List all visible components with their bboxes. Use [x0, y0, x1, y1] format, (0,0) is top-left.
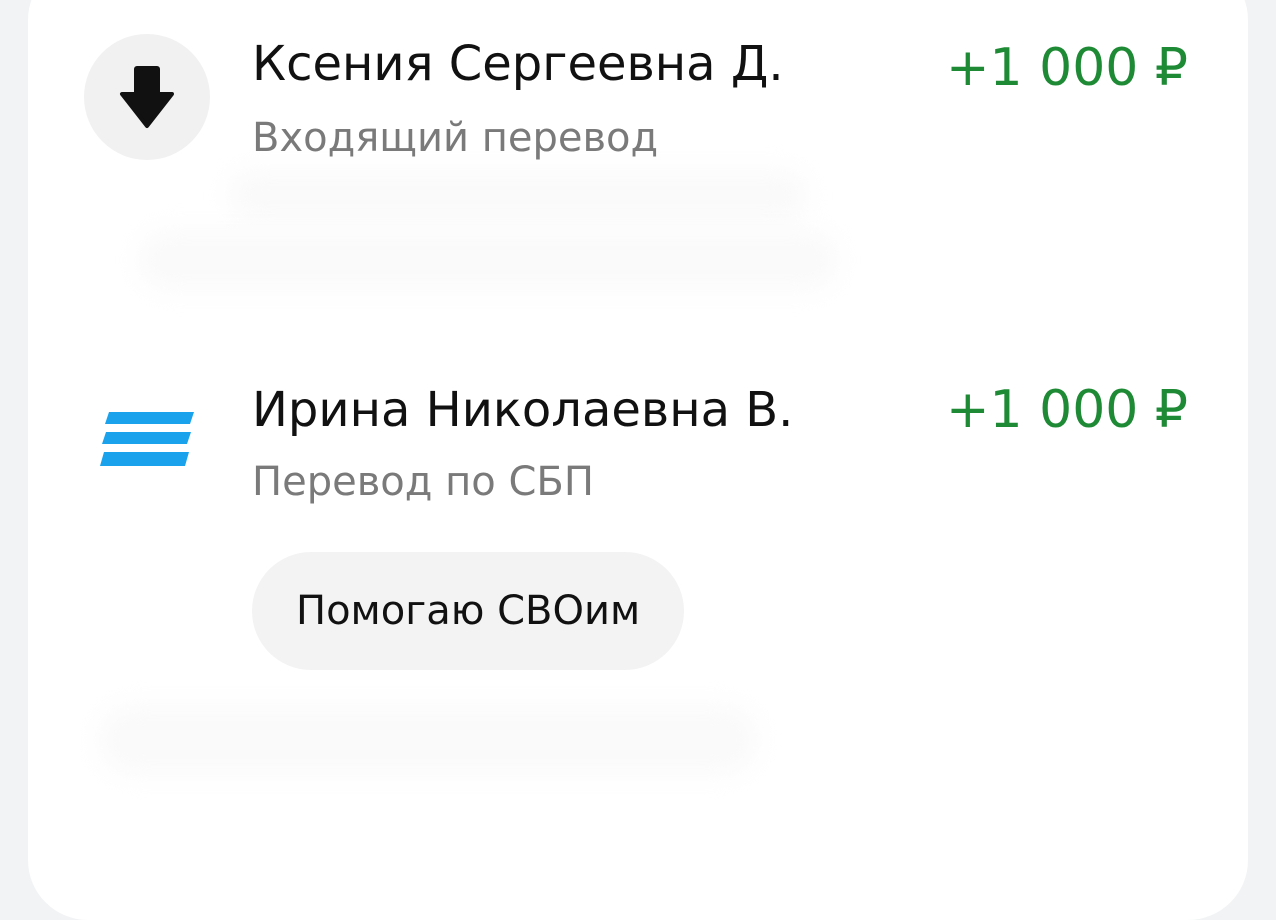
transactions-card: Ксения Сергеевна Д. Входящий перевод +1 …	[28, 0, 1248, 920]
counterparty-name: Ксения Сергеевна Д.	[252, 36, 784, 92]
transaction-amount: +1 000 ₽	[945, 380, 1188, 440]
transaction-type: Входящий перевод	[252, 115, 659, 161]
arrow-down-icon	[120, 66, 174, 128]
incoming-transfer-icon-badge	[84, 34, 210, 160]
sbp-icon	[100, 412, 194, 466]
counterparty-name: Ирина Николаевна В.	[252, 382, 794, 438]
transaction-amount: +1 000 ₽	[945, 38, 1188, 98]
transfer-comment-chip[interactable]: Помогаю СВОим	[252, 552, 685, 670]
transaction-row[interactable]: Ксения Сергеевна Д. Входящий перевод +1 …	[28, 0, 1248, 300]
transaction-type: Перевод по СБП	[252, 459, 594, 505]
transaction-row[interactable]: Ирина Николаевна В. Перевод по СБП +1 00…	[28, 340, 1248, 740]
